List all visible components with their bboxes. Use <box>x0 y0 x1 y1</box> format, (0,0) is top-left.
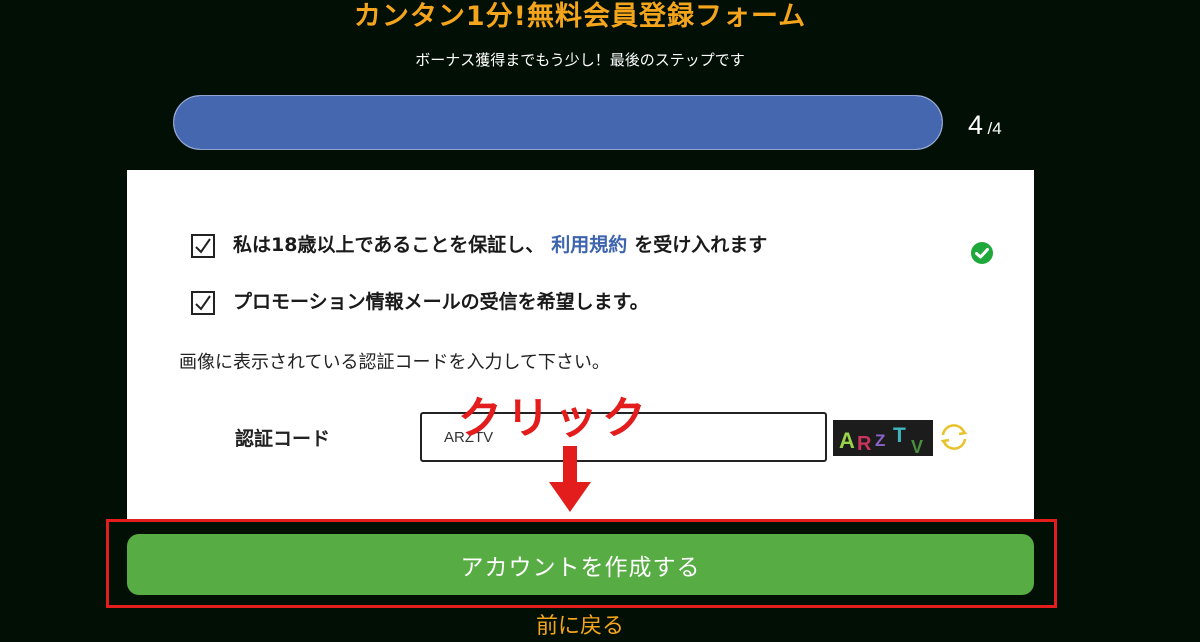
svg-text:Z: Z <box>875 431 885 450</box>
valid-check-icon <box>971 242 993 264</box>
promo-email-text: プロモーション情報メールの受信を希望します。 <box>233 290 649 313</box>
promo-email-checkbox[interactable] <box>191 291 215 315</box>
progress-bar <box>173 95 943 150</box>
terms-link[interactable]: 利用規約 <box>551 230 627 257</box>
age-terms-row: 私は18歳以上であることを保証し、 利用規約 を受け入れます <box>191 228 767 258</box>
refresh-icon[interactable] <box>937 422 971 452</box>
step-counter: 4 /4 <box>968 110 1002 141</box>
age-terms-text-after: を受け入れます <box>634 233 768 256</box>
check-icon <box>195 295 211 311</box>
back-link[interactable]: 前に戻る <box>0 612 1160 642</box>
step-current: 4 <box>968 110 984 140</box>
promo-email-row: プロモーション情報メールの受信を希望します。 <box>191 285 649 315</box>
captcha-instruction: 画像に表示されている認証コードを入力して下さい。 <box>179 352 610 373</box>
code-label: 認証コード <box>235 428 331 450</box>
age-terms-checkbox[interactable] <box>191 234 215 258</box>
svg-text:T: T <box>893 424 906 447</box>
create-account-button[interactable]: アカウントを作成する <box>127 534 1034 595</box>
captcha-image: A R Z T V <box>833 420 933 456</box>
step-total: /4 <box>987 119 1002 138</box>
progress-bar-fill <box>174 96 942 149</box>
page-subtitle: ボーナス獲得までもう少し！最後のステップです <box>415 51 745 69</box>
age-terms-text-before: 私は18歳以上であることを保証し、 <box>233 233 545 256</box>
click-annotation: クリック <box>458 393 650 444</box>
check-icon <box>195 238 211 254</box>
captcha-graphic: A R Z T V <box>833 420 933 456</box>
svg-text:A: A <box>839 428 855 453</box>
svg-text:V: V <box>911 437 923 456</box>
svg-text:R: R <box>857 433 872 455</box>
down-arrow-icon <box>549 446 591 512</box>
page-title: カンタン1分!無料会員登録フォーム <box>353 1 807 32</box>
